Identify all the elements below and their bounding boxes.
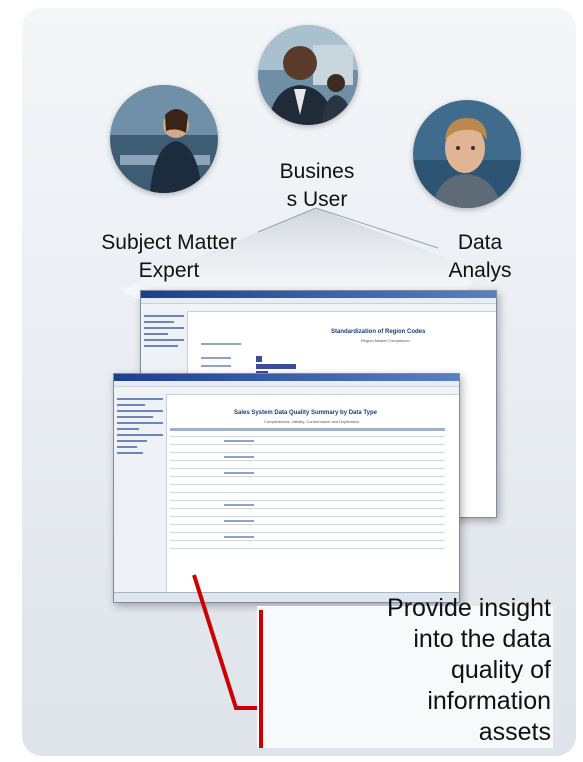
back-report-title: Standardization of Region Codes [331,329,426,335]
data-quality-summary-screenshot: Sales System Data Quality Summary by Dat… [113,373,460,603]
callout-text: Provide insight into the data quality of… [387,594,551,746]
business-user-label: Busines s User [279,160,355,211]
front-report-title: Sales System Data Quality Summary by Dat… [234,410,377,416]
subject-matter-expert-label: Subject Matter Expert [101,231,237,282]
subject-matter-expert-photo [110,85,218,193]
business-user-photo [258,25,358,125]
data-analyst-photo [413,100,521,208]
callout-accent-bar [259,610,263,748]
